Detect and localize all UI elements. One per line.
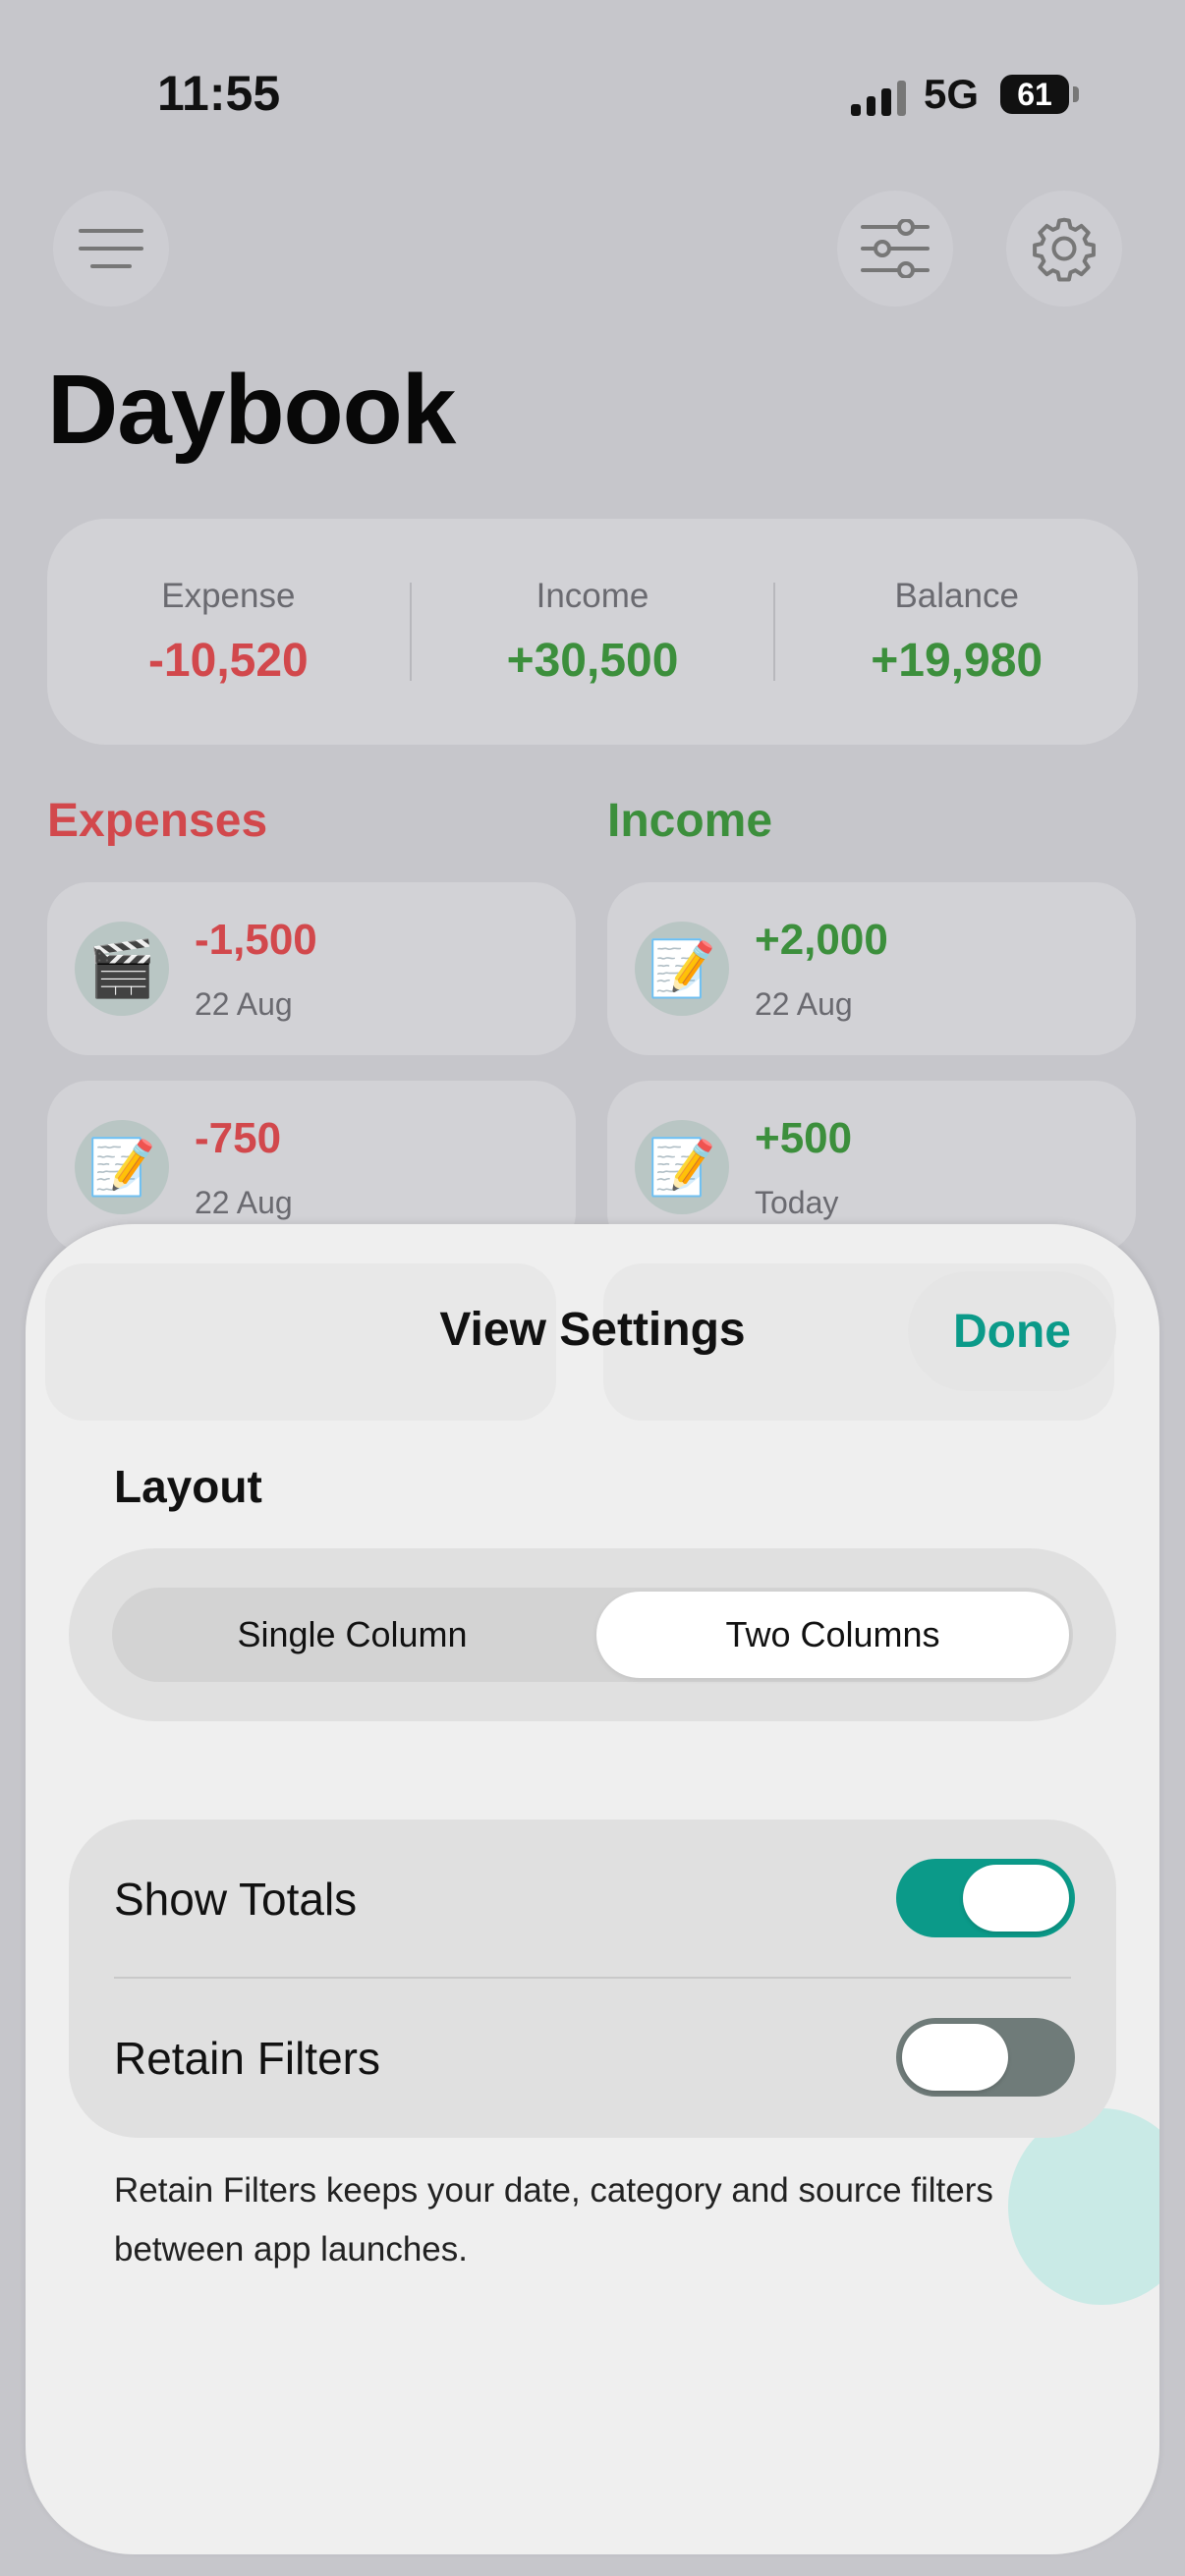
layout-segmented-control: Single Column Two Columns xyxy=(112,1588,1073,1682)
summary-balance-value: +19,980 xyxy=(871,634,1044,687)
memo-icon: 📝 xyxy=(635,1120,729,1214)
toggle-knob xyxy=(902,2024,1008,2091)
entry-date: Today xyxy=(755,1185,839,1220)
summary-expense: Expense -10,520 xyxy=(47,577,410,688)
income-entry[interactable]: 📝 +2,000 22 Aug xyxy=(607,882,1136,1055)
entry-date: 22 Aug xyxy=(195,986,293,1022)
sliders-icon xyxy=(861,219,930,278)
retain-filters-label: Retain Filters xyxy=(114,2033,380,2084)
summary-balance-label: Balance xyxy=(894,576,1019,615)
layout-option-two-columns[interactable]: Two Columns xyxy=(596,1592,1069,1678)
layout-option-single-column[interactable]: Single Column xyxy=(112,1588,592,1682)
retain-filters-toggle[interactable] xyxy=(896,2018,1075,2097)
entry-amount: -750 xyxy=(195,1114,282,1162)
entry-amount: +500 xyxy=(755,1114,853,1162)
filter-button[interactable] xyxy=(837,191,953,307)
signal-icon xyxy=(851,77,906,116)
clapper-icon: 🎬 xyxy=(75,922,169,1016)
row-divider xyxy=(114,1977,1071,1979)
show-totals-label: Show Totals xyxy=(114,1874,358,1925)
done-button[interactable]: Done xyxy=(908,1271,1116,1391)
menu-icon xyxy=(79,229,143,268)
menu-button[interactable] xyxy=(53,191,169,307)
summary-income-value: +30,500 xyxy=(506,634,679,687)
summary-balance: Balance +19,980 xyxy=(775,577,1138,688)
status-time: 11:55 xyxy=(157,66,281,121)
summary-card: Expense -10,520 Income +30,500 Balance +… xyxy=(47,519,1138,745)
network-type: 5G xyxy=(924,71,980,117)
show-totals-toggle[interactable] xyxy=(896,1859,1075,1937)
entry-date: 22 Aug xyxy=(195,1185,293,1220)
entry-amount: +2,000 xyxy=(755,916,888,964)
retain-filters-footnote: Retain Filters keeps your date, category… xyxy=(114,2171,993,2268)
page-title: Daybook xyxy=(47,355,456,465)
expenses-section-title: Expenses xyxy=(47,795,268,847)
battery-level: 61 xyxy=(1017,76,1052,112)
summary-expense-label: Expense xyxy=(161,576,296,615)
income-section-title: Income xyxy=(607,795,773,847)
gear-icon xyxy=(1033,217,1096,282)
entry-amount: -1,500 xyxy=(195,916,317,964)
expense-entry[interactable]: 🎬 -1,500 22 Aug xyxy=(47,882,576,1055)
memo-icon: 📝 xyxy=(635,922,729,1016)
battery-icon: 61 xyxy=(1000,75,1069,114)
entry-date: 22 Aug xyxy=(755,986,853,1022)
summary-income-label: Income xyxy=(536,576,649,615)
memo-icon: 📝 xyxy=(75,1120,169,1214)
view-settings-sheet: View Settings Done Layout Single Column … xyxy=(26,1224,1159,2554)
layout-control-container: Single Column Two Columns xyxy=(69,1548,1116,1721)
layout-label: Layout xyxy=(114,1461,262,1512)
toggle-group: Show Totals Retain Filters xyxy=(69,1820,1116,2138)
toggle-knob xyxy=(963,1865,1069,1932)
summary-expense-value: -10,520 xyxy=(147,634,309,687)
battery-tip xyxy=(1073,86,1079,102)
summary-income: Income +30,500 xyxy=(412,577,774,688)
settings-button[interactable] xyxy=(1006,191,1122,307)
